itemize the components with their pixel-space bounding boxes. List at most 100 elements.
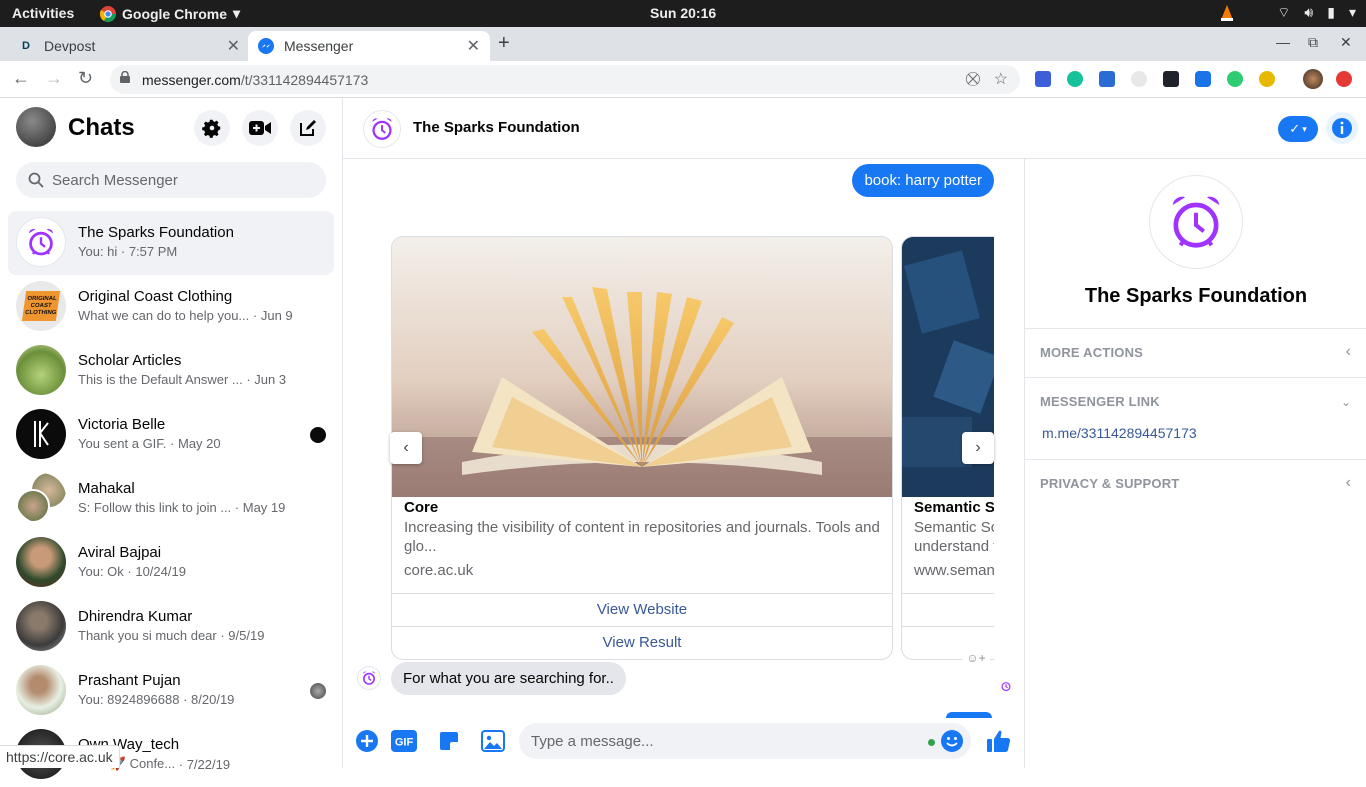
blocked-cookies-icon[interactable]: ⛒ [966, 70, 980, 87]
chat-row-dhirendra-kumar[interactable]: Dhirendra Kumar Thank you si much dear ·… [8, 595, 334, 659]
app-menu[interactable]: Google Chrome ▾ [100, 5, 240, 22]
extension-icon[interactable] [1195, 71, 1211, 87]
chat-list-sidebar: Chats The Sparks Foundation You: hi · 7:… [0, 98, 343, 779]
avatar[interactable] [1149, 175, 1243, 269]
like-button[interactable] [986, 728, 1012, 754]
bookmark-star-icon[interactable]: ☆ [994, 69, 1008, 89]
card-title: Core [404, 499, 439, 516]
seen-avatar [310, 683, 326, 699]
extension-icon[interactable] [1099, 71, 1115, 87]
more-actions-section[interactable]: MORE ACTIONS ‹ [1025, 328, 1366, 377]
tab-messenger[interactable]: Messenger ✕ [248, 31, 490, 61]
chat-name: The Sparks Foundation [78, 224, 234, 241]
card-button[interactable] [902, 593, 994, 626]
tab-strip: D Devpost ✕ Messenger ✕ + — ⧉ ✕ [0, 27, 1366, 61]
chat-name: Mahakal [78, 480, 135, 497]
sticker-button[interactable] [436, 728, 462, 754]
tab-devpost[interactable]: D Devpost ✕ [8, 31, 250, 61]
chat-row-aviral-bajpai[interactable]: Aviral Bajpai You: Ok · 10/24/19 [8, 531, 334, 595]
close-icon[interactable]: ✕ [467, 36, 480, 56]
open-book-image [392, 237, 892, 497]
emoji-button[interactable] [939, 728, 965, 754]
page-title: Chats [68, 114, 135, 141]
avatar [16, 665, 66, 715]
info-panel-title: The Sparks Foundation [1084, 285, 1308, 307]
back-button[interactable]: ← [12, 68, 30, 89]
minimize-button[interactable]: — [1276, 34, 1290, 50]
app-name: Google Chrome [122, 5, 228, 22]
forward-button[interactable]: → [45, 68, 63, 89]
system-tray[interactable]: ⌔ 🔊︎ ▮ ▾ [1219, 4, 1356, 22]
extension-icon[interactable] [1131, 71, 1147, 87]
chat-row-sparks-foundation[interactable]: The Sparks Foundation You: hi · 7:57 PM [8, 211, 334, 275]
address-bar[interactable]: messenger.com/t/331142894457173 ⛒ ☆ [110, 65, 1020, 94]
chat-row-scholar-articles[interactable]: Scholar Articles This is the Default Ans… [8, 339, 334, 403]
carousel-card[interactable]: Core Increasing the visibility of conten… [391, 236, 893, 660]
search-input[interactable] [16, 162, 326, 198]
check-icon: ✓ [1289, 121, 1301, 136]
extension-icon[interactable] [1259, 71, 1275, 87]
browser-toolbar: ← → ↻ messenger.com/t/331142894457173 ⛒ … [0, 61, 1366, 98]
conversation-title[interactable]: The Sparks Foundation [413, 119, 580, 136]
avatar [16, 217, 66, 267]
grammarly-extension-icon[interactable] [1067, 71, 1083, 87]
new-message-button[interactable] [290, 110, 326, 146]
profile-avatar[interactable] [1303, 69, 1323, 89]
bitwarden-extension-icon[interactable] [1035, 71, 1051, 87]
conversation-info-panel: The Sparks Foundation MORE ACTIONS ‹ MES… [1024, 159, 1366, 768]
read-receipt-icon [1001, 682, 1011, 692]
avatar[interactable] [363, 110, 401, 148]
lock-icon [120, 71, 130, 83]
gif-button[interactable]: GIF [391, 728, 417, 754]
extension-icon[interactable] [1227, 71, 1243, 87]
vb-logo-icon [34, 421, 49, 447]
react-devtools-extension-icon[interactable] [1163, 71, 1179, 87]
carousel-prev-button[interactable]: ‹ [390, 432, 422, 464]
outgoing-message[interactable]: book: harry potter [852, 164, 994, 197]
view-website-button[interactable]: View Website [392, 593, 892, 626]
gif-icon: GIF [391, 730, 417, 752]
messenger-link[interactable]: m.me/331142894457173 [1042, 425, 1197, 441]
check-dropdown-button[interactable]: ✓ ▾ [1278, 116, 1318, 142]
avatar [16, 409, 66, 459]
url-host: messenger.com [142, 72, 241, 88]
settings-button[interactable] [194, 110, 230, 146]
volume-icon: 🔊︎ [1304, 4, 1314, 20]
gear-icon [202, 119, 221, 138]
restore-button[interactable]: ⧉ [1308, 34, 1318, 51]
chat-row-mahakal[interactable]: Mahakal S: Follow this link to join ... … [8, 467, 334, 531]
svg-text:GIF: GIF [395, 737, 414, 749]
update-icon[interactable] [1336, 71, 1352, 87]
carousel-next-button[interactable]: › [962, 432, 994, 464]
chat-row-original-coast-clothing[interactable]: ORIGINAL COAST CLOTHING Original Coast C… [8, 275, 334, 339]
chat-snippet: You sent a GIF. · May 20 [78, 436, 221, 451]
photo-button[interactable] [480, 728, 506, 754]
url-text: messenger.com/t/331142894457173 [142, 72, 368, 88]
avatar[interactable] [16, 107, 56, 147]
chat-row-victoria-belle[interactable]: Victoria Belle You sent a GIF. · May 20 [8, 403, 334, 467]
activities-button[interactable]: Activities [12, 5, 74, 21]
image-icon [481, 730, 505, 752]
status-bubble-url: https://core.ac.uk [0, 745, 120, 768]
messenger-link-section[interactable]: MESSENGER LINK ⌄ [1025, 377, 1366, 459]
brand-logo-text: ORIGINAL COAST CLOTHING [24, 295, 58, 316]
smiley-plus-icon: ☺+ [966, 651, 986, 665]
alarm-clock-icon [29, 228, 53, 256]
smiley-icon [941, 730, 963, 752]
close-window-button[interactable]: ✕ [1340, 34, 1352, 51]
reload-button[interactable]: ↻ [78, 68, 93, 89]
close-icon[interactable]: ✕ [227, 36, 240, 56]
clock[interactable]: Sun 20:16 [650, 5, 716, 21]
chat-row-prashant-pujan[interactable]: Prashant Pujan You: 8924896688 · 8/20/19 [8, 659, 334, 723]
more-actions-button[interactable] [354, 728, 380, 754]
chat-snippet: You: hi · 7:57 PM [78, 244, 178, 259]
new-tab-button[interactable]: + [498, 32, 510, 55]
conversation-info-button[interactable] [1326, 112, 1358, 144]
seen-avatar [310, 427, 326, 443]
message-input[interactable] [519, 723, 971, 759]
incoming-message[interactable]: For what you are searching for.. [391, 662, 626, 695]
new-video-call-button[interactable] [242, 110, 278, 146]
view-result-button[interactable]: View Result [392, 626, 892, 659]
react-emoji-button[interactable]: ☺+ [962, 648, 990, 668]
privacy-support-section[interactable]: PRIVACY & SUPPORT ‹ [1025, 459, 1366, 508]
